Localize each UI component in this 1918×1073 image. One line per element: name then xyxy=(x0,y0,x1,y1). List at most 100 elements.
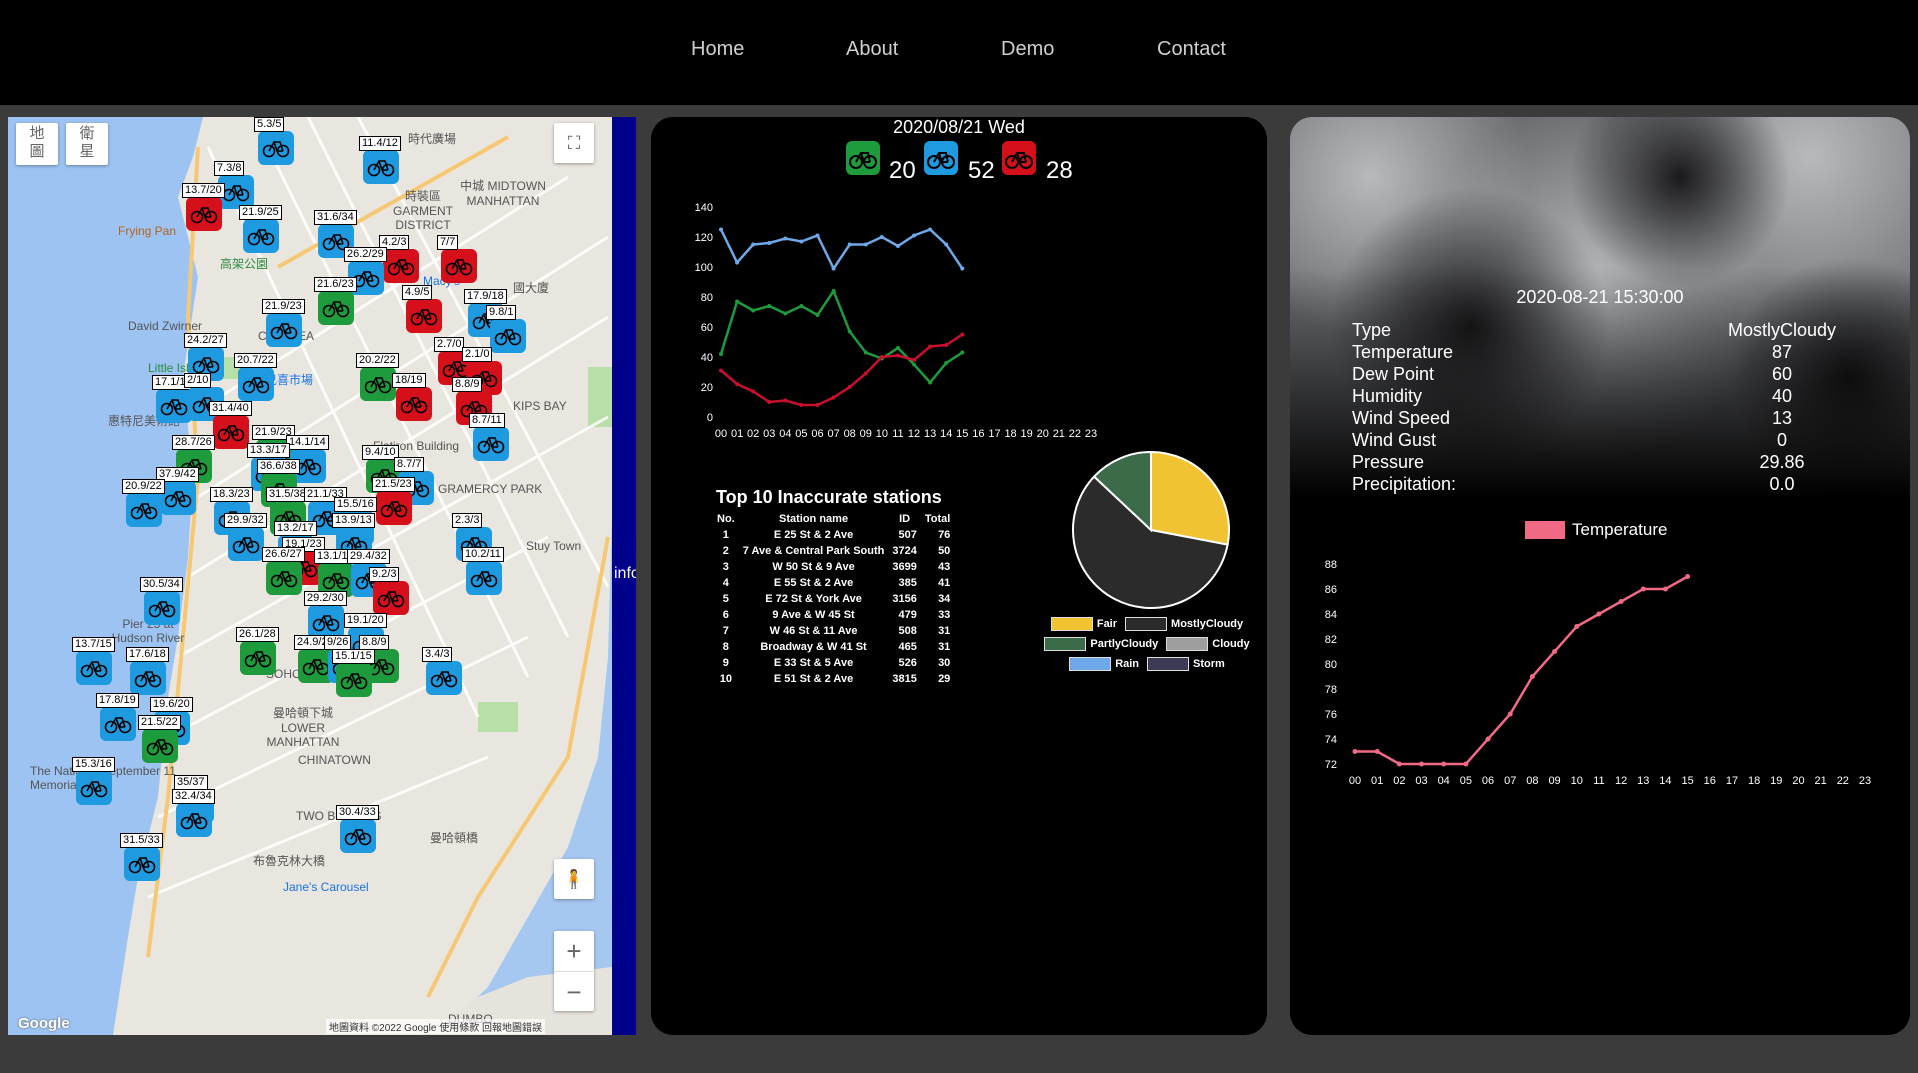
green-count: 20 xyxy=(889,157,916,184)
station-marker-label: 8.8/9 xyxy=(452,377,483,392)
street-view-pegman[interactable]: 🧍 xyxy=(554,859,594,899)
station-marker-label: 18/19 xyxy=(392,373,426,388)
data-point xyxy=(799,403,804,407)
table-row: 3 W 50 St & 9 Ave 3699 43 xyxy=(713,559,954,575)
x-tick-label: 16 xyxy=(1704,775,1716,787)
station-marker-blue[interactable]: 3.4/3 xyxy=(422,647,462,695)
x-tick-label: 08 xyxy=(844,428,856,440)
nav-demo[interactable]: Demo xyxy=(1001,38,1054,61)
station-marker-blue[interactable]: 20.9/22 xyxy=(122,479,165,527)
station-marker-blue[interactable]: 17.6/18 xyxy=(126,647,169,695)
station-marker-blue[interactable]: 10.2/11 xyxy=(462,547,504,595)
legend-label: Storm xyxy=(1193,657,1225,670)
station-marker-label: 21.5/22 xyxy=(138,715,181,730)
bike-icon xyxy=(400,397,428,414)
col-no: No. xyxy=(717,513,735,525)
data-point xyxy=(928,344,933,349)
station-marker-green[interactable]: 21.6/23 xyxy=(314,277,357,325)
x-tick-label: 11 xyxy=(1593,775,1604,787)
data-point xyxy=(1640,586,1646,592)
station-marker-green[interactable]: 26.6/27 xyxy=(262,547,305,595)
station-marker-red[interactable]: 4.9/5 xyxy=(402,285,442,333)
station-marker-blue[interactable]: 20.7/22 xyxy=(234,353,277,401)
bike-icon xyxy=(247,229,275,246)
fullscreen-button[interactable]: ⛶ xyxy=(554,123,594,163)
data-point xyxy=(960,332,965,337)
weather-value: 0 xyxy=(1776,430,1787,450)
station-marker-red[interactable]: 31.4/40 xyxy=(209,401,252,449)
weather-row: Temperature 87 xyxy=(1352,342,1822,363)
station-marker-blue[interactable]: 21.9/23 xyxy=(262,299,305,347)
data-point xyxy=(1485,736,1491,742)
station-marker-red[interactable]: 21.5/23 xyxy=(372,477,415,525)
data-point xyxy=(944,343,949,347)
station-marker-green[interactable]: 15.1/15 xyxy=(332,649,375,697)
station-marker-blue[interactable]: 8.7/11 xyxy=(469,413,509,461)
zoom-out-button[interactable]: − xyxy=(554,971,594,1012)
data-point xyxy=(863,350,868,355)
table-row: 8 Broadway & W 41 St 465 31 xyxy=(713,639,954,655)
station-marker-blue[interactable]: 17.8/19 xyxy=(96,693,139,741)
station-marker-blue[interactable]: 30.5/34 xyxy=(140,577,183,625)
station-marker-blue[interactable]: 21.9/25 xyxy=(239,205,282,253)
map-type-button[interactable]: 地 圖 xyxy=(16,123,58,165)
x-tick-label: 00 xyxy=(1349,775,1361,787)
station-marker-blue[interactable]: 15.3/16 xyxy=(72,757,115,805)
station-marker-blue[interactable]: 9.8/1 xyxy=(486,305,526,353)
data-point xyxy=(1552,649,1558,654)
data-point xyxy=(799,239,804,244)
data-point xyxy=(960,266,965,271)
data-point xyxy=(1685,574,1691,579)
x-tick-label: 07 xyxy=(827,428,839,440)
legend-label: Fair xyxy=(1096,617,1118,630)
station-marker-label: 31.4/40 xyxy=(209,401,252,416)
bike-icon xyxy=(164,491,192,508)
station-marker-green[interactable]: 26.1/28 xyxy=(236,627,279,675)
x-tick-label: 17 xyxy=(988,428,1000,440)
x-tick-label: 08 xyxy=(1526,775,1538,787)
station-marker-blue[interactable]: 17.1/16 xyxy=(152,375,195,423)
satellite-type-button[interactable]: 衛 星 xyxy=(66,123,108,165)
map-attribution[interactable]: 地圖資料 ©2022 Google 使用條款 回報地圖錯誤 xyxy=(326,1019,545,1034)
station-marker-green[interactable]: 21.5/22 xyxy=(138,715,181,763)
bike-icon xyxy=(380,501,408,518)
station-marker-red[interactable]: 4.2/3 xyxy=(379,235,419,283)
station-marker-label: 26.1/28 xyxy=(236,627,279,642)
station-marker-red[interactable]: 18/19 xyxy=(392,373,432,421)
y-tick-label: 0 xyxy=(707,412,713,424)
x-tick-label: 20 xyxy=(1037,428,1049,440)
x-tick-label: 05 xyxy=(795,428,807,440)
blue-count: 52 xyxy=(968,157,995,184)
table-cell: 3699 xyxy=(892,561,917,573)
legend-swatch xyxy=(1166,637,1209,651)
station-marker-blue[interactable]: 37.9/42 xyxy=(156,467,199,515)
data-point xyxy=(912,358,917,362)
weather-row: Wind Gust 0 xyxy=(1352,430,1822,451)
zoom-in-button[interactable]: + xyxy=(554,931,594,971)
station-marker-blue[interactable]: 29.9/32 xyxy=(224,513,267,561)
nav-about[interactable]: About xyxy=(846,38,898,61)
table-cell: 385 xyxy=(898,577,917,589)
station-marker-blue[interactable]: 30.4/33 xyxy=(336,805,379,853)
y-tick-label: 100 xyxy=(695,262,713,274)
map-view[interactable]: 時代廣場 時裝區 GARMENT DISTRICT 中城 MIDTOWN MAN… xyxy=(8,117,636,1035)
station-marker-blue[interactable]: 13.7/15 xyxy=(72,637,115,685)
station-marker-blue[interactable]: 29.2/30 xyxy=(304,591,347,639)
station-marker-red[interactable]: 9.2/3 xyxy=(369,567,409,615)
station-marker-blue[interactable]: 11.4/12 xyxy=(359,136,401,184)
station-marker-label: 13.7/20 xyxy=(182,183,225,198)
table-cell: 8 xyxy=(722,641,729,653)
station-marker-label: 7/7 xyxy=(437,235,459,250)
station-marker-red[interactable]: 7/7 xyxy=(437,235,477,283)
station-marker-red[interactable]: 13.7/20 xyxy=(182,183,225,231)
station-marker-blue[interactable]: 32.4/34 xyxy=(172,789,215,837)
weather-label: Precipitation: xyxy=(1352,474,1457,494)
weather-row: Type MostlyCloudy xyxy=(1352,320,1836,341)
station-marker-blue[interactable]: 31.5/33 xyxy=(120,833,163,881)
nav-contact[interactable]: Contact xyxy=(1157,38,1226,61)
station-marker-blue[interactable]: 5.3/5 xyxy=(254,117,294,165)
info-label[interactable]: info xyxy=(614,565,636,583)
weather-timestamp: 2020-08-21 15:30:00 xyxy=(1516,287,1684,307)
station-marker-green[interactable]: 20.2/22 xyxy=(356,353,399,401)
nav-home[interactable]: Home xyxy=(691,38,744,61)
